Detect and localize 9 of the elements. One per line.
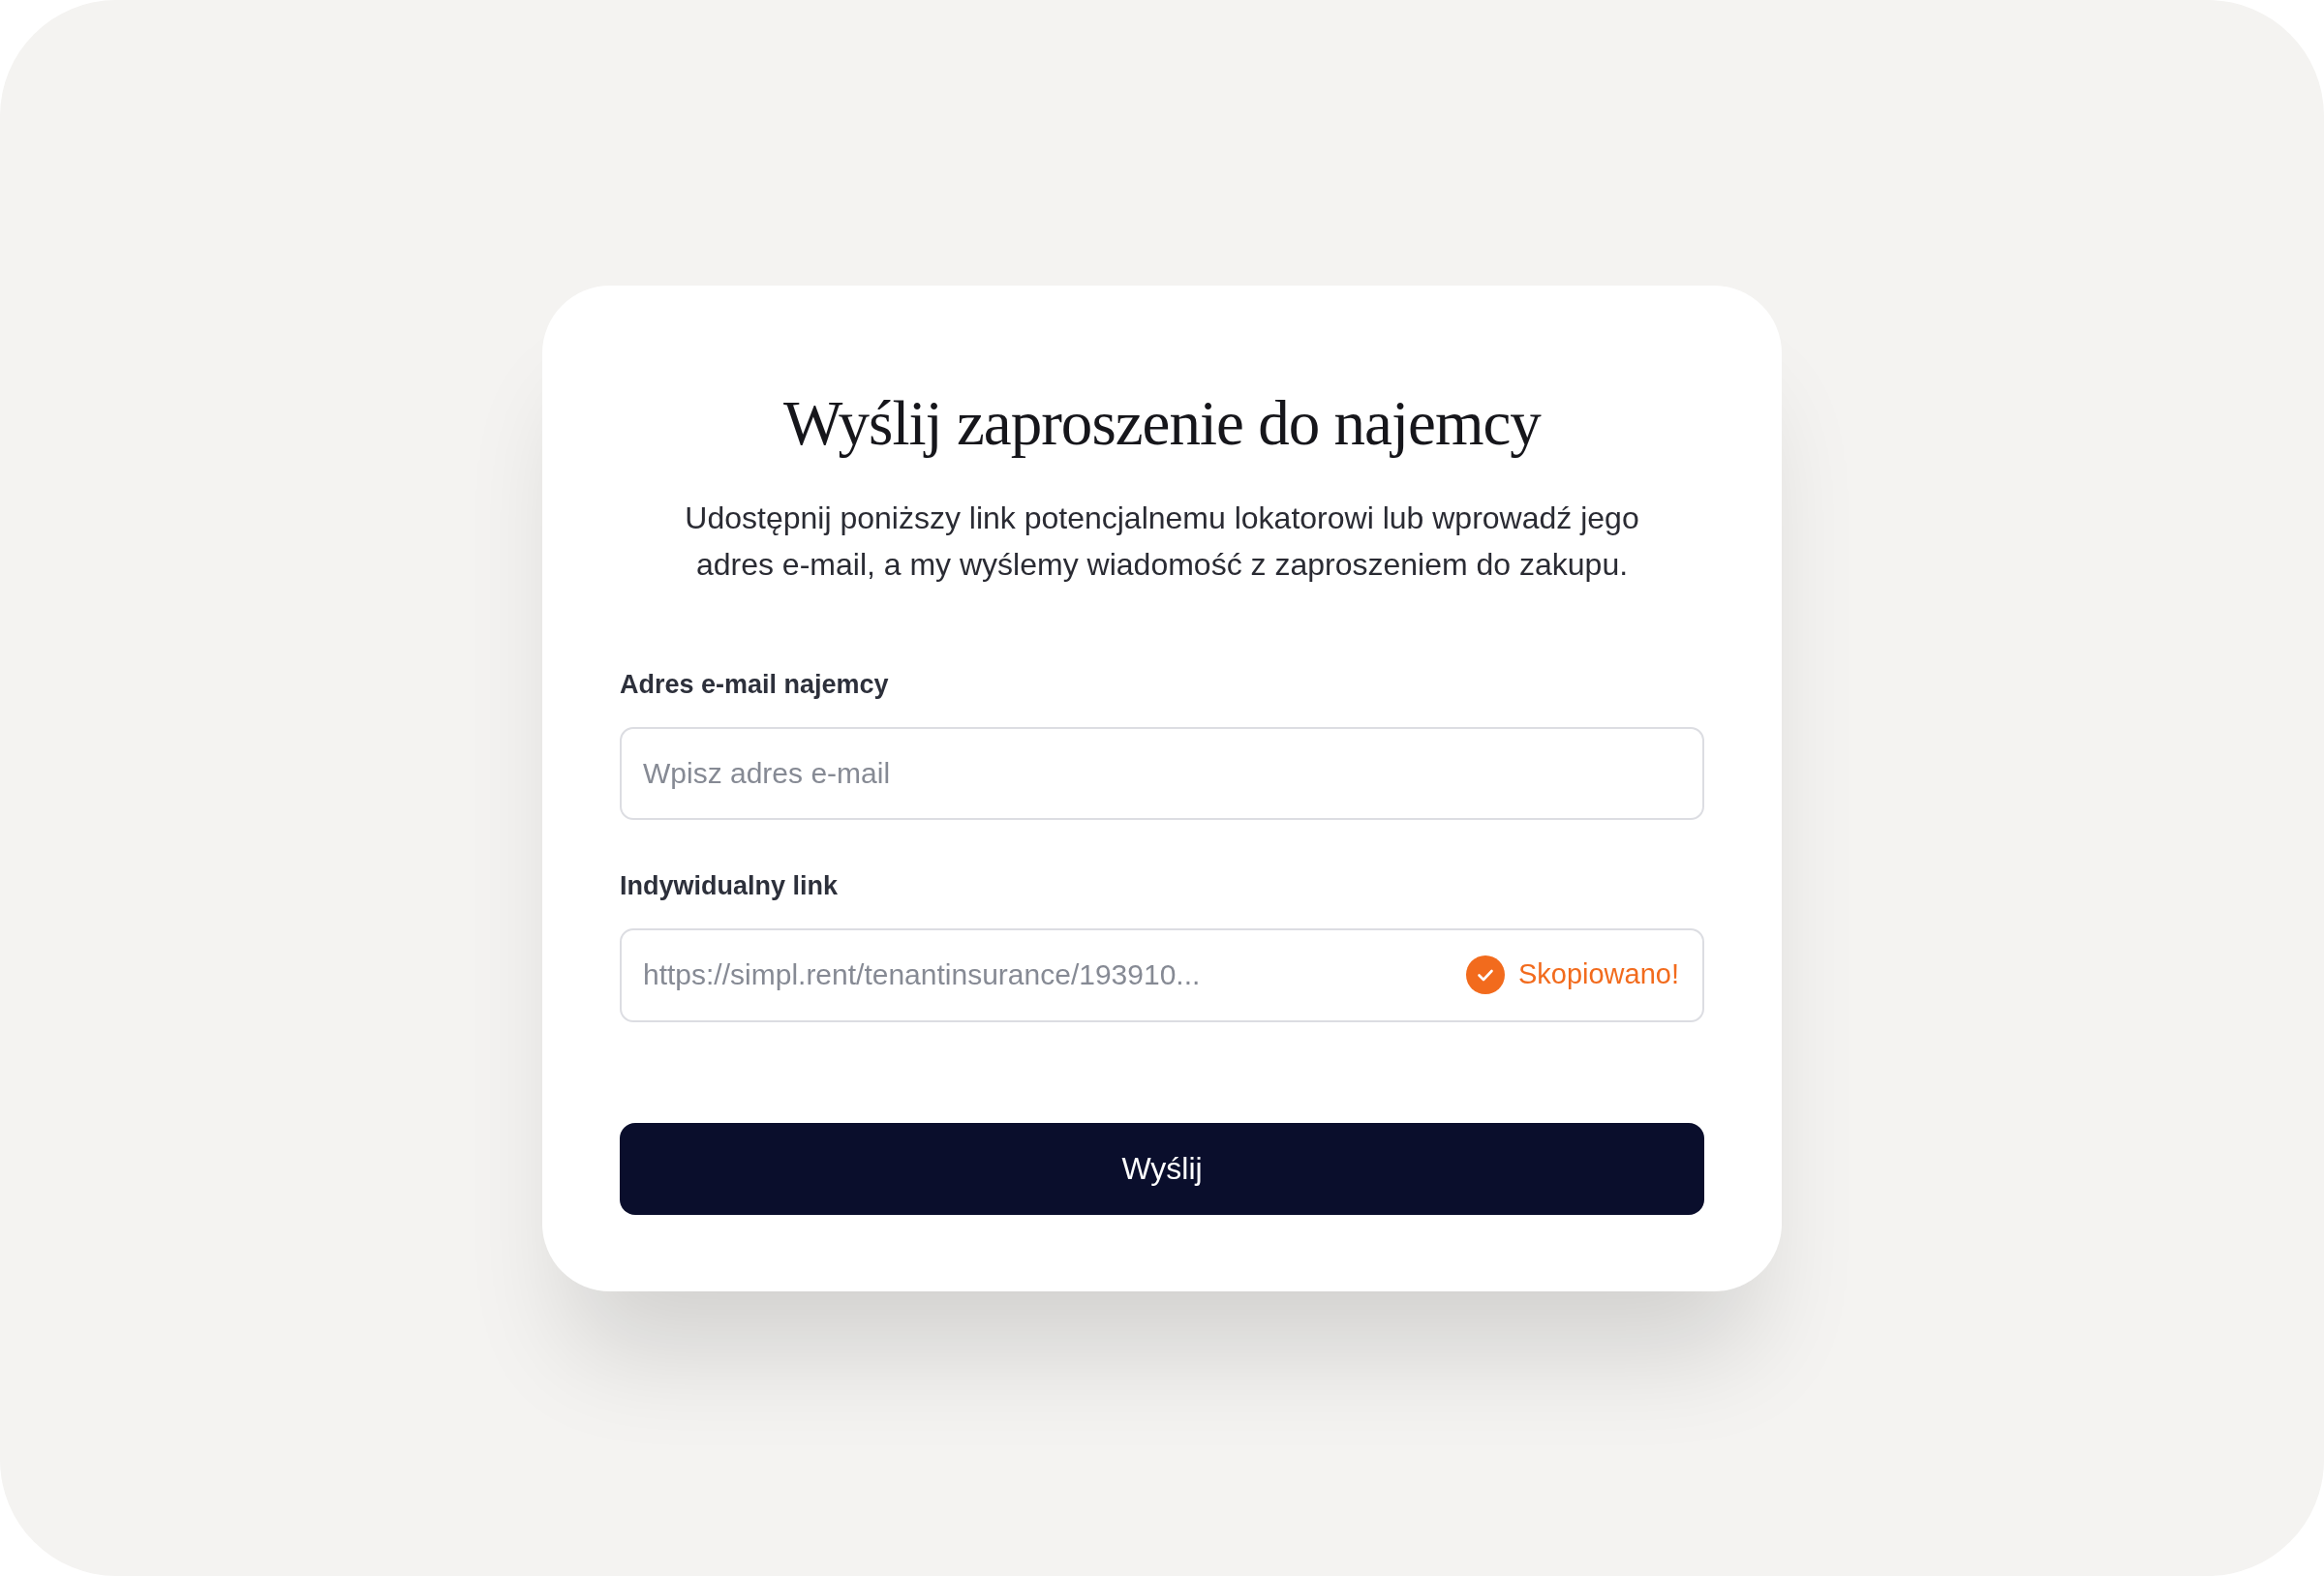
field-label: Indywidualny link [620,869,840,902]
dialog-title: Wyślij zaproszenie do najemcy [783,386,1541,460]
dialog-description: Udostępnij poniższy link potencjalnemu lokatorowi lub wprowadź jego adres e-mail, a my wyślemy wiadomość z zaproszeniem do zakupu. [684,499,1640,584]
copied-status: Skopiowano! [1517,957,1679,992]
send-button[interactable]: Wyślij [620,1122,1704,1215]
check-icon [1465,955,1505,994]
email-field[interactable]: Wpisz adres e-mail [620,726,1704,820]
link-text: https://simpl.rent/tenantinsurance/193910... [643,957,1202,992]
field-label: Adres e-mail najemcy [620,668,890,701]
